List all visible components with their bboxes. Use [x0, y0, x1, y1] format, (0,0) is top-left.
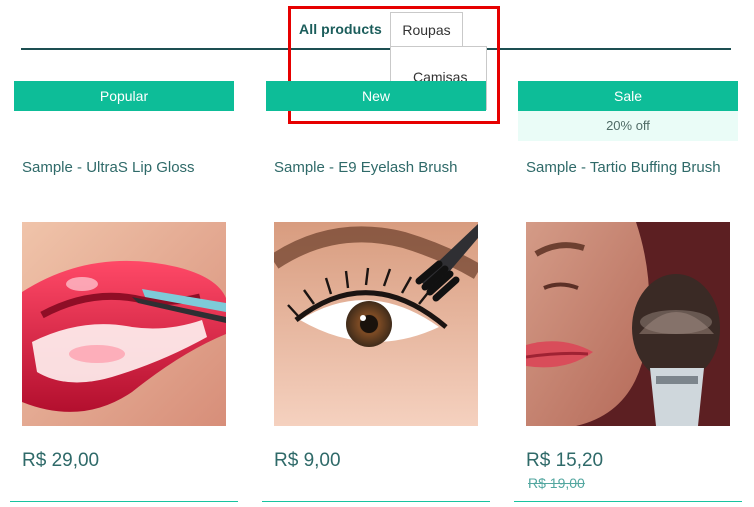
badge-sale: Sale	[518, 81, 738, 111]
lip-gloss-photo	[22, 222, 226, 426]
product-title-buffing-brush[interactable]: Sample - Tartio Buffing Brush	[526, 159, 721, 176]
product-image-lip-gloss[interactable]	[22, 222, 226, 426]
card-divider-3	[514, 501, 742, 502]
product-title-lip-gloss[interactable]: Sample - UltraS Lip Gloss	[22, 159, 195, 176]
buffing-brush-photo	[526, 222, 730, 426]
badge-new: New	[266, 81, 486, 111]
discount-label: 20% off	[518, 111, 738, 141]
product-price-lip-gloss: R$ 29,00	[22, 450, 100, 471]
product-title-eyelash-brush[interactable]: Sample - E9 Eyelash Brush	[274, 159, 457, 176]
product-image-eyelash-brush[interactable]	[274, 222, 478, 426]
eyelash-brush-photo	[274, 222, 478, 426]
card-divider-1	[10, 501, 238, 502]
badge-popular: Popular	[14, 81, 234, 111]
card-divider-2	[262, 501, 490, 502]
product-image-buffing-brush[interactable]	[526, 222, 730, 426]
product-price-eyelash-brush: R$ 9,00	[274, 450, 341, 471]
product-old-price-buffing-brush: R$ 19,00	[528, 475, 585, 491]
product-price-buffing-brush: R$ 15,20	[526, 450, 604, 471]
store-page: All products Roupas Camisas Popular Samp…	[0, 0, 754, 507]
